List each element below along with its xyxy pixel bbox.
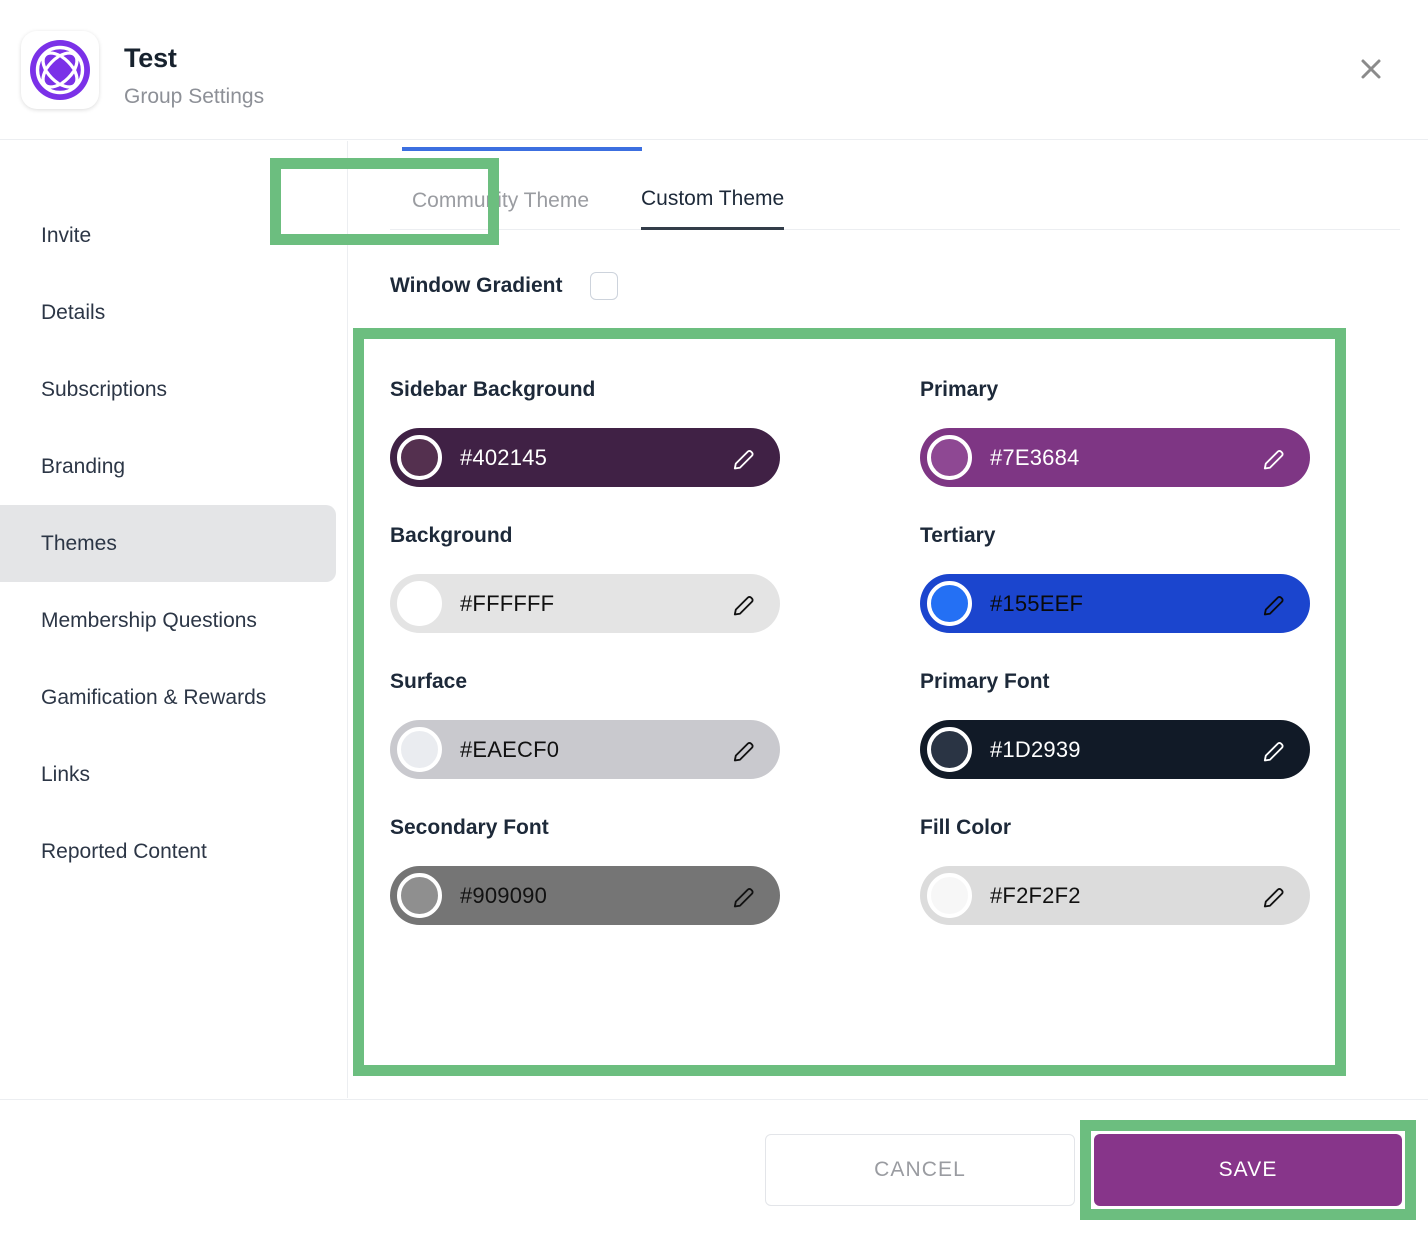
settings-sidebar: Invite Details Subscriptions Branding Th… — [0, 141, 348, 1098]
color-dot — [397, 581, 442, 626]
color-label: Surface — [390, 670, 468, 693]
color-field-tertiary: Tertiary #155EEF — [920, 487, 1390, 633]
sidebar-item-label: Membership Questions — [41, 608, 257, 632]
color-swatch-button[interactable]: #1D2939 — [920, 720, 1310, 779]
pencil-edit-icon[interactable] — [732, 591, 758, 617]
sidebar-item-label: Subscriptions — [41, 377, 168, 401]
dialog-footer: CANCEL SAVE — [0, 1099, 1428, 1241]
page-title: Test — [124, 43, 177, 73]
window-gradient-row: Window Gradient — [390, 272, 619, 300]
pencil-edit-icon[interactable] — [732, 445, 758, 471]
color-swatch-button[interactable]: #155EEF — [920, 574, 1310, 633]
sidebar-item-label: Branding — [41, 454, 126, 478]
pencil-edit-icon[interactable] — [1262, 883, 1288, 909]
sidebar-item-label: Details — [41, 300, 106, 324]
color-hex-value: #155EEF — [990, 590, 1084, 616]
color-hex-value: #1D2939 — [990, 736, 1081, 762]
scrolled-tab-indicator — [402, 147, 642, 151]
color-dot — [927, 581, 972, 626]
atom-circle-logo-icon — [29, 39, 91, 101]
window-gradient-label: Window Gradient — [390, 274, 563, 297]
color-dot — [927, 873, 972, 918]
color-label: Primary — [920, 378, 999, 401]
themes-panel: Community Theme Custom Theme Window Grad… — [349, 141, 1428, 1098]
swatch-row: Sidebar Background #402145 Primary #7E36… — [390, 341, 1390, 487]
color-hex-value: #402145 — [460, 444, 548, 470]
color-swatch-button[interactable]: #909090 — [390, 866, 780, 925]
swatch-row: Secondary Font #909090 Fill Color #F2F2F… — [390, 779, 1390, 925]
color-swatch-button[interactable]: #EAECF0 — [390, 720, 780, 779]
color-field-surface: Surface #EAECF0 — [390, 633, 920, 779]
pencil-edit-icon[interactable] — [1262, 737, 1288, 763]
color-swatch-button[interactable]: #F2F2F2 — [920, 866, 1310, 925]
color-field-background: Background #FFFFFF — [390, 487, 920, 633]
color-dot — [927, 435, 972, 480]
color-dot — [397, 435, 442, 480]
pencil-edit-icon[interactable] — [1262, 591, 1288, 617]
save-button-label: SAVE — [1218, 1158, 1278, 1181]
color-hex-value: #7E3684 — [990, 444, 1080, 470]
color-field-sidebar-background: Sidebar Background #402145 — [390, 341, 920, 487]
group-settings-dialog: Test Group Settings Invite Details Subsc… — [0, 0, 1428, 1241]
sidebar-item-label: Invite — [41, 223, 92, 247]
sidebar-item-label: Reported Content — [41, 839, 207, 863]
color-hex-value: #F2F2F2 — [990, 882, 1081, 908]
color-hex-value: #909090 — [460, 882, 548, 908]
sidebar-item-label: Gamification & Rewards — [41, 685, 267, 709]
sidebar-item-reported-content[interactable]: Reported Content — [0, 813, 336, 890]
color-label: Secondary Font — [390, 816, 549, 839]
sidebar-item-subscriptions[interactable]: Subscriptions — [0, 351, 336, 428]
color-label: Fill Color — [920, 816, 1011, 839]
sidebar-item-branding[interactable]: Branding — [0, 428, 336, 505]
tab-community-theme[interactable]: Community Theme — [412, 171, 589, 230]
sidebar-item-themes[interactable]: Themes — [0, 505, 336, 582]
sidebar-item-label: Links — [41, 762, 91, 786]
sidebar-item-membership-questions[interactable]: Membership Questions — [0, 582, 336, 659]
color-label: Background — [390, 524, 513, 547]
sidebar-item-details[interactable]: Details — [0, 274, 336, 351]
sidebar-item-links[interactable]: Links — [0, 736, 336, 813]
save-button[interactable]: SAVE — [1094, 1134, 1402, 1206]
color-swatch-button[interactable]: #402145 — [390, 428, 780, 487]
theme-tabbar: Community Theme Custom Theme — [390, 171, 1400, 230]
color-hex-value: #FFFFFF — [460, 590, 555, 616]
color-dot — [927, 727, 972, 772]
color-swatch-button[interactable]: #FFFFFF — [390, 574, 780, 633]
pencil-edit-icon[interactable] — [732, 883, 758, 909]
color-dot — [397, 873, 442, 918]
cancel-button[interactable]: CANCEL — [765, 1134, 1075, 1206]
sidebar-item-gamification-rewards[interactable]: Gamification & Rewards — [0, 659, 336, 736]
sidebar-item-invite[interactable]: Invite — [0, 197, 336, 274]
color-field-primary: Primary #7E3684 — [920, 341, 1390, 487]
dialog-header: Test Group Settings — [0, 0, 1428, 140]
pencil-edit-icon[interactable] — [1262, 445, 1288, 471]
color-field-secondary-font: Secondary Font #909090 — [390, 779, 920, 925]
color-label: Tertiary — [920, 524, 996, 547]
close-icon — [1356, 54, 1386, 84]
color-field-primary-font: Primary Font #1D2939 — [920, 633, 1390, 779]
pencil-edit-icon[interactable] — [732, 737, 758, 763]
cancel-button-label: CANCEL — [874, 1158, 966, 1181]
tab-label: Custom Theme — [641, 187, 785, 210]
window-gradient-checkbox[interactable] — [590, 272, 619, 300]
color-label: Primary Font — [920, 670, 1050, 693]
color-dot — [397, 727, 442, 772]
tab-custom-theme[interactable]: Custom Theme — [641, 171, 785, 230]
color-field-fill-color: Fill Color #F2F2F2 — [920, 779, 1390, 925]
color-swatch-button[interactable]: #7E3684 — [920, 428, 1310, 487]
group-avatar — [21, 31, 99, 109]
color-hex-value: #EAECF0 — [460, 736, 560, 762]
color-label: Sidebar Background — [390, 378, 596, 401]
color-swatch-grid: Sidebar Background #402145 Primary #7E36… — [390, 341, 1390, 925]
swatch-row: Background #FFFFFF Tertiary #155EEF — [390, 487, 1390, 633]
sidebar-item-label: Themes — [41, 531, 117, 555]
page-subtitle: Group Settings — [124, 85, 265, 108]
tab-label: Community Theme — [412, 188, 590, 212]
close-button[interactable] — [1350, 48, 1392, 90]
swatch-row: Surface #EAECF0 Primary Font #1D2939 — [390, 633, 1390, 779]
